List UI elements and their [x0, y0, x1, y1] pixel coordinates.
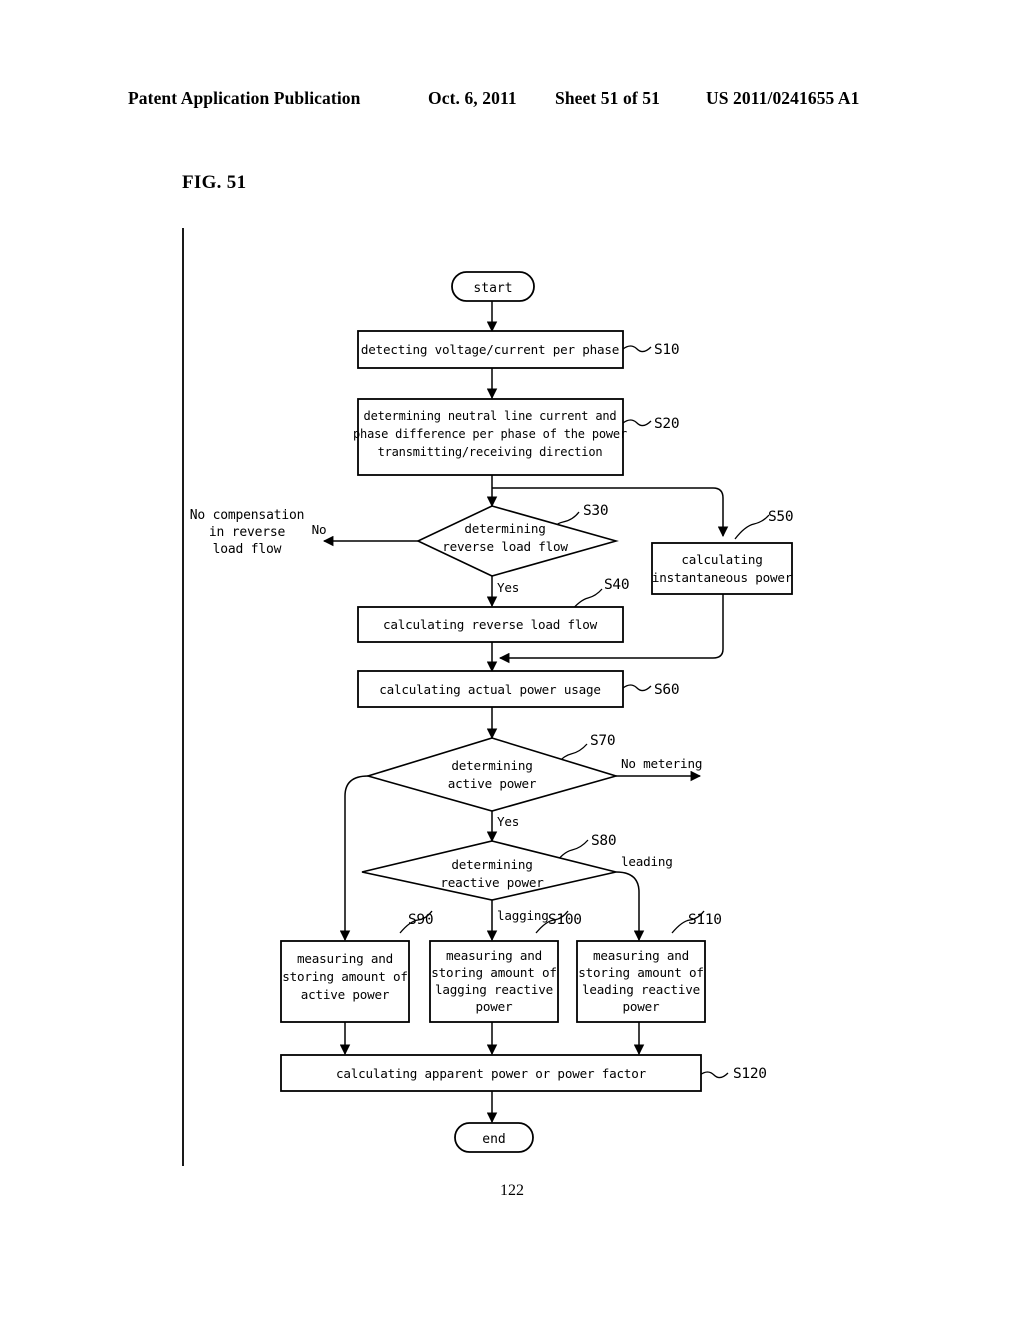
s110-label-line-4: power: [623, 999, 661, 1014]
s10-ref: S10: [654, 342, 679, 358]
s80-label-line-2: reactive power: [440, 875, 544, 890]
s30-ref: S30: [583, 503, 608, 519]
s80-ref: S80: [591, 833, 616, 849]
s100-ref: S100: [548, 912, 582, 928]
node-s20[interactable]: determining neutral line current and pha…: [353, 398, 627, 476]
s50-shape: [651, 542, 793, 595]
annotation-no-compensation: No compensation in reverse load flow: [190, 508, 305, 557]
node-s120[interactable]: calculating apparent power or power fact…: [280, 1054, 702, 1092]
no-compensation-line-2: in reverse: [209, 525, 286, 540]
node-end[interactable]: end: [454, 1122, 534, 1153]
s60-ref: S60: [654, 682, 679, 698]
no-compensation-line-1: No compensation: [190, 508, 304, 523]
s70-label-line-1: determining: [451, 758, 532, 773]
s110-ref: S110: [688, 912, 722, 928]
s80-lagging-label: lagging: [497, 908, 549, 923]
s90-label-line-1: measuring and: [297, 951, 393, 966]
leader-s120: [699, 1071, 729, 1079]
start-label: start: [473, 281, 512, 296]
s90-ref: S90: [408, 912, 433, 928]
s70-shape: [365, 737, 619, 812]
node-s70[interactable]: determining active power: [365, 737, 619, 812]
node-start[interactable]: start: [451, 271, 535, 302]
s20-label-line-1: determining neutral line current and: [364, 409, 617, 423]
flowchart-canvas: start detecting voltage/current per phas…: [0, 0, 1024, 1320]
end-label: end: [482, 1132, 505, 1147]
s90-label-line-2: storing amount of: [282, 969, 408, 984]
s120-ref: S120: [733, 1066, 767, 1082]
s70-ref: S70: [590, 733, 615, 749]
connector-s70-left-to-s90: [339, 775, 369, 942]
s100-label-line-1: measuring and: [446, 948, 542, 963]
s20-ref: S20: [654, 416, 679, 432]
s70-yes-label: Yes: [497, 814, 519, 829]
s110-label-line-3: leading reactive: [582, 982, 700, 997]
s100-label-line-2: storing amount of: [431, 965, 557, 980]
s120-label-line-1: calculating apparent power or power fact…: [336, 1066, 647, 1081]
s80-leading-label: leading: [621, 854, 673, 869]
s20-label-line-2: phase difference per phase of the power: [353, 427, 627, 441]
s110-label-line-1: measuring and: [593, 948, 689, 963]
s50-label-line-2: instantaneous power: [652, 570, 793, 585]
s20-label-line-3: transmitting/receiving direction: [378, 445, 603, 459]
s100-label-line-3: lagging reactive: [435, 982, 553, 997]
s40-ref: S40: [604, 577, 629, 593]
node-s110[interactable]: measuring and storing amount of leading …: [576, 940, 706, 1023]
s30-yes-label: Yes: [497, 580, 519, 595]
s40-label-line-1: calculating reverse load flow: [383, 617, 598, 632]
node-s50[interactable]: calculating instantaneous power: [651, 542, 793, 595]
leader-s60: [622, 684, 652, 692]
s30-label-line-2: reverse load flow: [442, 539, 568, 554]
s100-label-line-4: power: [476, 999, 514, 1014]
node-s90[interactable]: measuring and storing amount of active p…: [280, 940, 410, 1023]
s30-no-label: No: [312, 522, 327, 537]
s70-no-metering-label: No metering: [621, 756, 702, 771]
node-s60[interactable]: calculating actual power usage: [357, 670, 624, 708]
leader-s20: [622, 419, 652, 427]
s110-label-line-2: storing amount of: [578, 965, 704, 980]
s80-label-line-1: determining: [451, 857, 532, 872]
s10-label-line-1: detecting voltage/current per phase: [361, 342, 619, 357]
s50-label-line-1: calculating: [681, 552, 762, 567]
s30-label-line-1: determining: [464, 521, 545, 536]
leader-s10: [622, 345, 652, 353]
connector-s80-leading-to-s110: [615, 871, 645, 942]
s60-label-line-1: calculating actual power usage: [379, 682, 600, 697]
s90-label-line-3: active power: [301, 987, 390, 1002]
no-compensation-line-3: load flow: [213, 542, 282, 557]
node-s10[interactable]: detecting voltage/current per phase: [357, 330, 624, 369]
node-s80[interactable]: determining reactive power: [361, 840, 617, 901]
s50-ref: S50: [768, 509, 793, 525]
leader-s50: [734, 514, 770, 540]
page-number: 122: [500, 1182, 524, 1199]
node-s40[interactable]: calculating reverse load flow: [357, 606, 624, 643]
node-s100[interactable]: measuring and storing amount of lagging …: [429, 940, 559, 1023]
s70-label-line-2: active power: [448, 776, 537, 791]
